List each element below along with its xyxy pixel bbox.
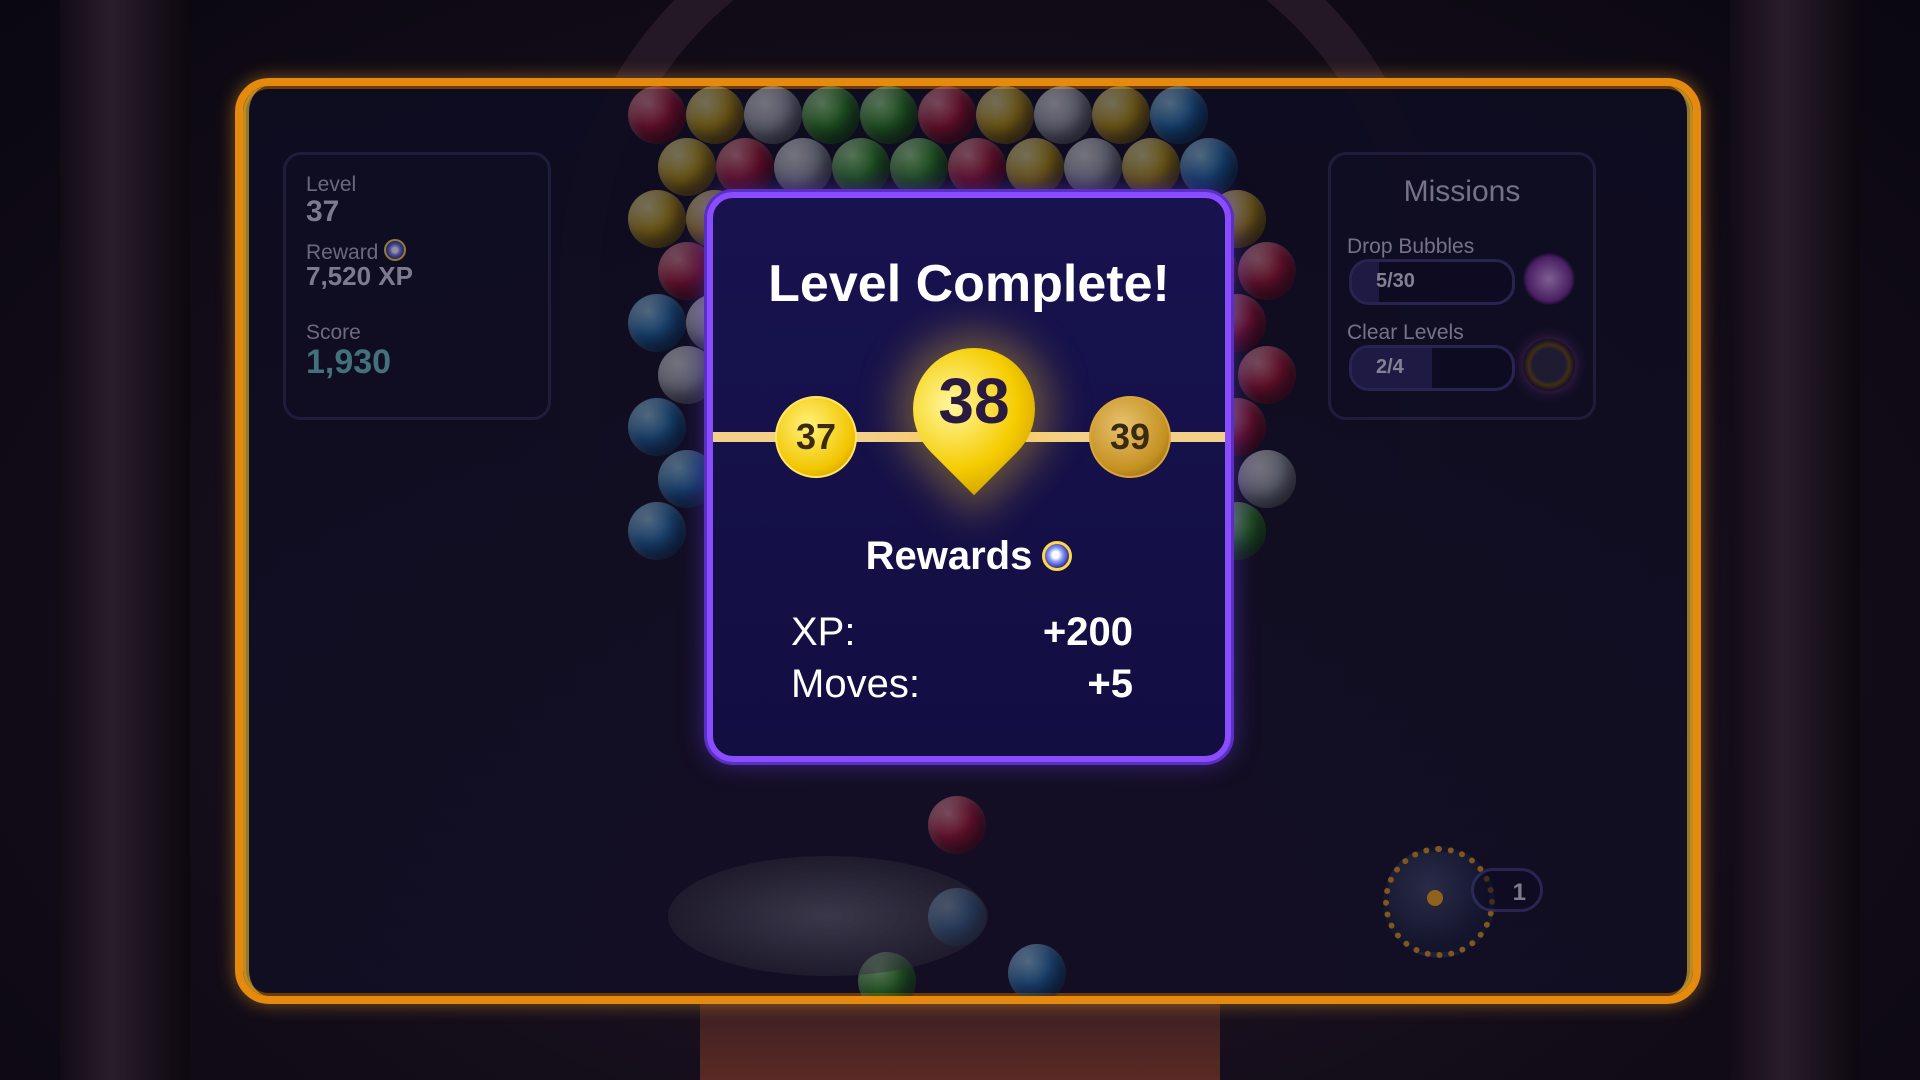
previous-level-node: 37 <box>775 396 857 478</box>
bubble <box>1122 138 1180 196</box>
swirl-icon <box>1523 253 1575 305</box>
bubble <box>918 86 976 144</box>
booster-count: 1 <box>1471 868 1543 912</box>
level-label: Level <box>306 173 357 196</box>
bubble <box>1008 944 1066 996</box>
bubble <box>1238 242 1296 300</box>
bubble <box>976 86 1034 144</box>
rewards-heading: Rewards <box>865 534 1033 578</box>
rewards-heading-row: Rewards <box>713 534 1225 579</box>
bubble <box>890 138 948 196</box>
bubble <box>802 86 860 144</box>
current-level-value: 38 <box>938 365 1010 437</box>
bubble <box>948 138 1006 196</box>
bubble <box>832 138 890 196</box>
reward-value: 7,520 XP <box>306 261 413 291</box>
bubble <box>716 138 774 196</box>
stats-panel: Level 37 Reward 7,520 XP Score 1,930 <box>283 152 551 420</box>
bubble <box>744 86 802 144</box>
mission-progress-bar-clear-levels: 2/4 <box>1349 345 1515 391</box>
background-floor <box>700 1000 1220 1080</box>
reward-xp-label: XP: <box>791 610 856 654</box>
bubble <box>628 86 686 144</box>
reward-moves-label: Moves: <box>791 662 920 706</box>
missions-panel: Missions Drop Bubbles 5/30 Clear Levels … <box>1328 152 1596 420</box>
reward-moves-value: +5 <box>1087 662 1133 706</box>
bubble <box>1006 138 1064 196</box>
bubble <box>1092 86 1150 144</box>
reward-xp-value: +200 <box>1042 610 1133 654</box>
level-value: 37 <box>306 195 340 228</box>
bubble <box>658 138 716 196</box>
score-label: Score <box>306 321 361 344</box>
xp-coin-icon <box>1042 541 1073 571</box>
bubble <box>1064 138 1122 196</box>
bubble <box>1150 86 1208 144</box>
missions-title: Missions <box>1403 175 1521 208</box>
xp-coin-icon <box>384 239 407 261</box>
bubble <box>686 86 744 144</box>
score-value: 1,930 <box>306 343 392 381</box>
bubble <box>860 86 918 144</box>
bubble <box>928 796 986 854</box>
bubble <box>628 502 686 560</box>
bubble <box>1180 138 1238 196</box>
background-pillar-left <box>60 0 190 1080</box>
bubble <box>1238 346 1296 404</box>
bubble-shooter <box>668 856 988 976</box>
bubble <box>1238 450 1296 508</box>
bubble <box>628 398 686 456</box>
mission-label-clear-levels: Clear Levels <box>1347 321 1464 344</box>
bubble <box>628 190 686 248</box>
bubble <box>628 294 686 352</box>
level-complete-dialog: Level Complete! 37 38 39 Rewards XP: +20… <box>707 192 1231 762</box>
mission-progress-bar-drop-bubbles: 5/30 <box>1349 259 1515 305</box>
game-frame: Level 37 Reward 7,520 XP Score 1,930 Mis… <box>235 78 1701 1004</box>
mission-progress-text: 5/30 <box>1376 270 1415 292</box>
background-pillar-right <box>1730 0 1860 1080</box>
mine-icon <box>1523 339 1575 391</box>
mission-progress-text: 2/4 <box>1376 356 1404 378</box>
next-level-node: 39 <box>1089 396 1171 478</box>
mission-label-drop-bubbles: Drop Bubbles <box>1347 235 1475 258</box>
bubble <box>1034 86 1092 144</box>
dialog-title: Level Complete! <box>768 255 1170 313</box>
bubble <box>774 138 832 196</box>
